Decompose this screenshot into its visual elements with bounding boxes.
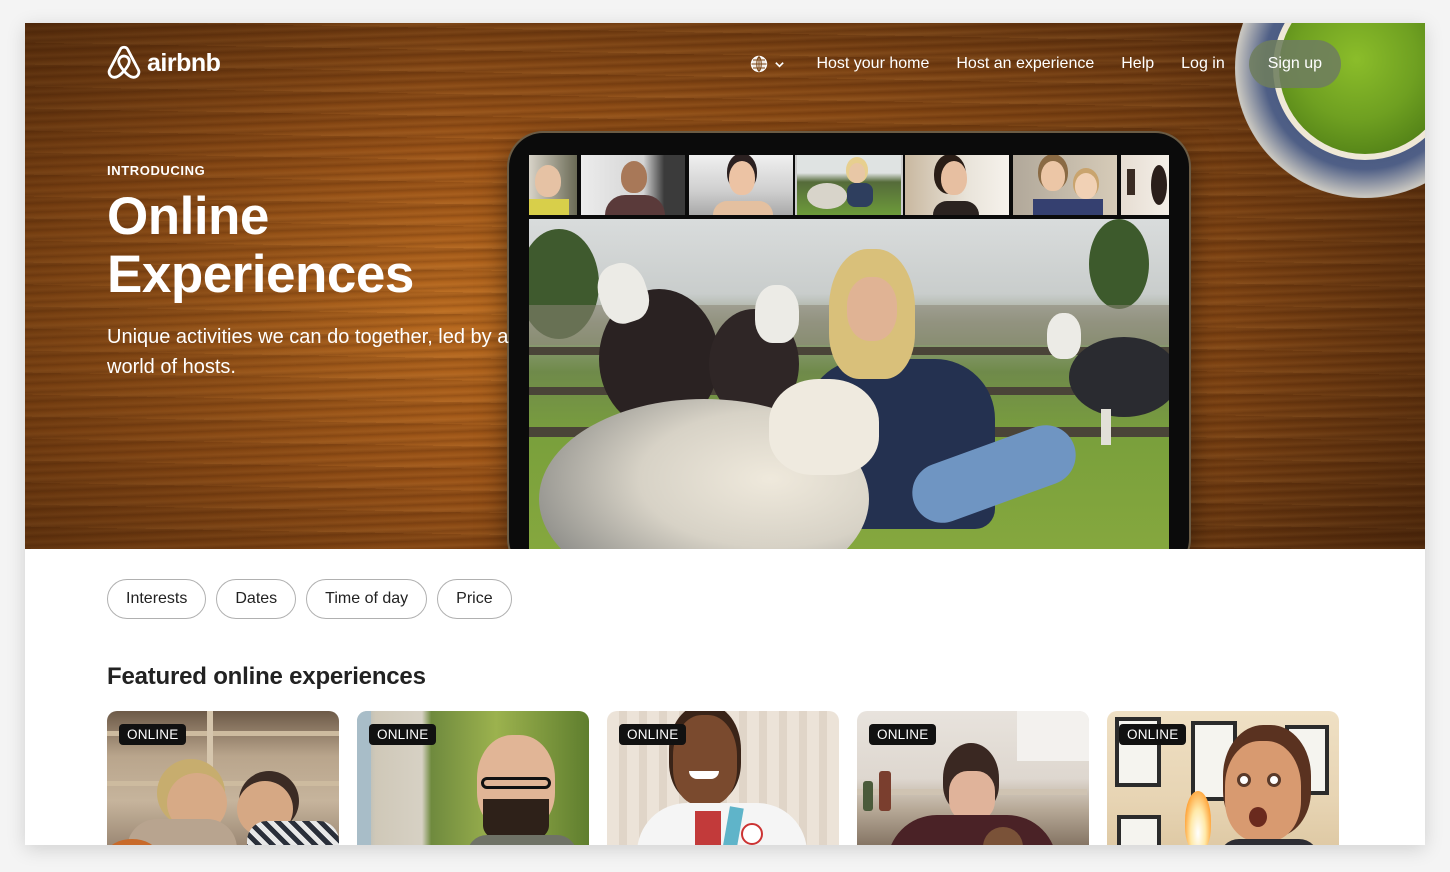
featured-section-title: Featured online experiences — [107, 663, 426, 690]
browser-page: airbnb Host your home Host an experience… — [25, 23, 1425, 845]
hero-copy: INTRODUCING Online Experiences Unique ac… — [107, 163, 527, 382]
nav-host-your-home[interactable]: Host your home — [816, 55, 929, 73]
filter-price[interactable]: Price — [437, 579, 512, 619]
nav-host-an-experience[interactable]: Host an experience — [956, 55, 1094, 73]
participant-thumbnail — [1013, 155, 1117, 215]
airbnb-belo-icon — [107, 45, 141, 79]
hero-title-line-2: Experiences — [107, 245, 414, 304]
online-badge: ONLINE — [1119, 724, 1187, 745]
participant-thumbnail — [689, 155, 793, 215]
hero-title: Online Experiences — [107, 188, 527, 304]
featured-experience-cards: ONLINE ONLINE ONLINE ONLINE ONLINE — [107, 711, 1339, 845]
chevron-down-icon — [775, 61, 785, 68]
filter-dates[interactable]: Dates — [216, 579, 297, 619]
online-badge: ONLINE — [619, 724, 687, 745]
airbnb-logo[interactable]: airbnb — [107, 45, 221, 82]
tablet-video-call-image — [509, 133, 1189, 549]
participant-thumbnail — [795, 155, 903, 215]
filter-time-of-day[interactable]: Time of day — [306, 579, 428, 619]
participant-thumbnail — [905, 155, 1009, 215]
experience-card[interactable]: ONLINE — [607, 711, 839, 845]
filter-bar: Interests Dates Time of day Price — [107, 579, 512, 619]
nav-help[interactable]: Help — [1121, 55, 1154, 73]
top-navigation: airbnb Host your home Host an experience… — [25, 23, 1425, 105]
hero-subtitle: Unique activities we can do together, le… — [107, 326, 509, 378]
language-selector[interactable] — [750, 55, 785, 73]
participant-thumbnail — [529, 155, 577, 215]
experience-card[interactable]: ONLINE — [107, 711, 339, 845]
participant-thumbnail — [581, 155, 685, 215]
globe-icon — [751, 55, 768, 73]
nav-links: Host your home Host an experience Help L… — [750, 40, 1341, 88]
sign-up-button[interactable]: Sign up — [1248, 40, 1341, 88]
online-badge: ONLINE — [369, 724, 437, 745]
experience-card[interactable]: ONLINE — [857, 711, 1089, 845]
hero-eyebrow: INTRODUCING — [107, 163, 206, 178]
experience-card[interactable]: ONLINE — [1107, 711, 1339, 845]
featured-host-video — [529, 219, 1169, 549]
online-badge: ONLINE — [869, 724, 937, 745]
hero-title-line-1: Online — [107, 187, 269, 246]
video-thumbnails — [529, 155, 1169, 215]
online-badge: ONLINE — [119, 724, 187, 745]
experience-card[interactable]: ONLINE — [357, 711, 589, 845]
filter-interests[interactable]: Interests — [107, 579, 207, 619]
participant-thumbnail — [1121, 155, 1169, 215]
brand-name: airbnb — [147, 49, 221, 77]
hero-banner: airbnb Host your home Host an experience… — [25, 23, 1425, 549]
nav-log-in[interactable]: Log in — [1181, 55, 1225, 73]
